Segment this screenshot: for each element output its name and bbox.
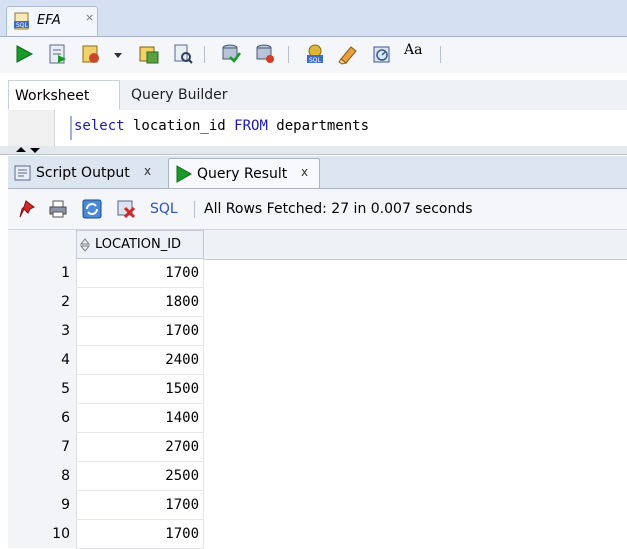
table-row[interactable]: 9 1700: [8, 491, 204, 520]
toolbar-separator: [194, 201, 195, 218]
sort-icon[interactable]: [80, 238, 90, 252]
column-header-label: LOCATION_ID: [95, 237, 182, 252]
table-row[interactable]: 1 1700: [8, 259, 204, 288]
table-row[interactable]: 6 1400: [8, 404, 204, 433]
cell-value: 2400: [165, 352, 199, 368]
sql-tuning-icon[interactable]: [254, 43, 276, 65]
keyword-from: FROM: [234, 118, 268, 134]
worksheet-tabs: Worksheet Query Builder: [8, 80, 627, 111]
current-line-marker: [70, 116, 72, 140]
location-id-cell[interactable]: 1700: [76, 317, 204, 346]
table-row[interactable]: 7 2700: [8, 433, 204, 462]
result-toolbar: SQL All Rows Fetched: 27 in 0.007 second…: [8, 189, 627, 230]
format-text-icon[interactable]: Aa: [404, 42, 430, 64]
tab-script-output[interactable]: Script Output x: [8, 158, 164, 188]
location-id-cell[interactable]: 1500: [76, 375, 204, 404]
table-row[interactable]: 8 2500: [8, 462, 204, 491]
autotrace-icon[interactable]: [138, 43, 160, 65]
rollback-icon[interactable]: [220, 43, 242, 65]
cell-value: 1700: [165, 323, 199, 339]
run-statement-icon[interactable]: [13, 43, 35, 65]
row-number: 2: [61, 294, 70, 310]
table-row[interactable]: 10 1700: [8, 520, 204, 549]
fetch-status: All Rows Fetched: 27 in 0.007 seconds: [204, 201, 473, 217]
svg-text:SQL: SQL: [309, 57, 322, 64]
row-number: 6: [61, 410, 70, 426]
location-id-cell[interactable]: 2500: [76, 462, 204, 491]
tab-query-result-label: Query Result: [197, 166, 288, 182]
table-row[interactable]: 4 2400: [8, 346, 204, 375]
main-toolbar: SQL Aa: [0, 37, 627, 73]
row-number: 9: [61, 497, 70, 513]
print-icon[interactable]: [48, 199, 68, 219]
column-header-location-id[interactable]: LOCATION_ID: [76, 230, 204, 259]
cell-value: 2500: [165, 468, 199, 484]
table-row[interactable]: 3 1700: [8, 317, 204, 346]
output-tabs: Script Output x Query Result x: [8, 156, 627, 189]
row-number: 4: [61, 352, 70, 368]
cell-value: 2700: [165, 439, 199, 455]
close-icon[interactable]: x: [301, 165, 308, 179]
location-id-cell[interactable]: 1800: [76, 288, 204, 317]
location-id-cell[interactable]: 1700: [76, 259, 204, 288]
keyword-select: select: [74, 118, 125, 134]
toolbar-separator: [440, 46, 441, 63]
refresh-icon[interactable]: [82, 199, 102, 219]
monitor-icon[interactable]: [371, 43, 393, 65]
play-icon: [176, 165, 193, 183]
tab-query-builder[interactable]: Query Builder: [125, 80, 234, 110]
run-script-icon[interactable]: [47, 43, 69, 65]
script-output-icon: [14, 165, 31, 181]
panel-splitter[interactable]: [0, 146, 627, 155]
location-id-cell[interactable]: 2400: [76, 346, 204, 375]
cell-value: 1700: [165, 497, 199, 513]
editor-gutter: [8, 110, 55, 146]
sql-worksheet-icon: SQL: [14, 12, 29, 30]
column-name: location_id: [124, 118, 235, 134]
commit-icon[interactable]: [80, 43, 102, 65]
sql-statement[interactable]: select location_id FROM departments: [74, 118, 369, 134]
row-number: 10: [52, 526, 70, 542]
expand-up-icon[interactable]: [16, 147, 26, 152]
row-number: 5: [61, 381, 70, 397]
sql-history-icon[interactable]: SQL: [304, 43, 326, 65]
cell-value: 1800: [165, 294, 199, 310]
location-id-cell[interactable]: 1700: [76, 491, 204, 520]
table-name: departments: [267, 118, 370, 134]
cell-value: 1700: [165, 526, 199, 542]
cancel-query-icon[interactable]: [116, 199, 136, 219]
table-row[interactable]: 2 1800: [8, 288, 204, 317]
cell-value: 1400: [165, 410, 199, 426]
tab-worksheet[interactable]: Worksheet: [8, 80, 120, 110]
pin-icon[interactable]: [18, 199, 38, 219]
expand-down-icon[interactable]: [30, 148, 40, 153]
header-filler: [204, 230, 627, 260]
tab-query-result[interactable]: Query Result x: [168, 158, 320, 188]
toolbar-separator: [204, 46, 205, 63]
document-tab-close-icon[interactable]: ×: [85, 11, 94, 24]
location-id-cell[interactable]: 1700: [76, 520, 204, 549]
sql-editor[interactable]: select location_id FROM departments: [8, 110, 627, 146]
row-number: 8: [61, 468, 70, 484]
sql-link[interactable]: SQL: [150, 201, 178, 217]
close-icon[interactable]: x: [144, 164, 151, 178]
cell-value: 1500: [165, 381, 199, 397]
svg-text:SQL: SQL: [16, 22, 29, 29]
row-number: 1: [61, 265, 70, 281]
location-id-cell[interactable]: 1400: [76, 404, 204, 433]
toolbar-separator: [288, 46, 289, 63]
row-number: 7: [61, 439, 70, 455]
document-tab-strip: SQL EFA ×: [0, 0, 627, 37]
row-number: 3: [61, 323, 70, 339]
document-tab-efa[interactable]: SQL EFA ×: [6, 6, 98, 36]
results-grid: LOCATION_ID 1 1700 2 1800 3 1700 4 2400 5 1500 6 14…: [8, 230, 627, 549]
tab-script-output-label: Script Output: [36, 165, 130, 181]
location-id-cell[interactable]: 2700: [76, 433, 204, 462]
table-row[interactable]: 5 1500: [8, 375, 204, 404]
clear-icon[interactable]: [337, 43, 359, 65]
document-tab-title: EFA: [37, 13, 61, 28]
cell-value: 1700: [165, 265, 199, 281]
explain-plan-icon[interactable]: [172, 43, 194, 65]
dropdown-icon[interactable]: [112, 43, 124, 65]
